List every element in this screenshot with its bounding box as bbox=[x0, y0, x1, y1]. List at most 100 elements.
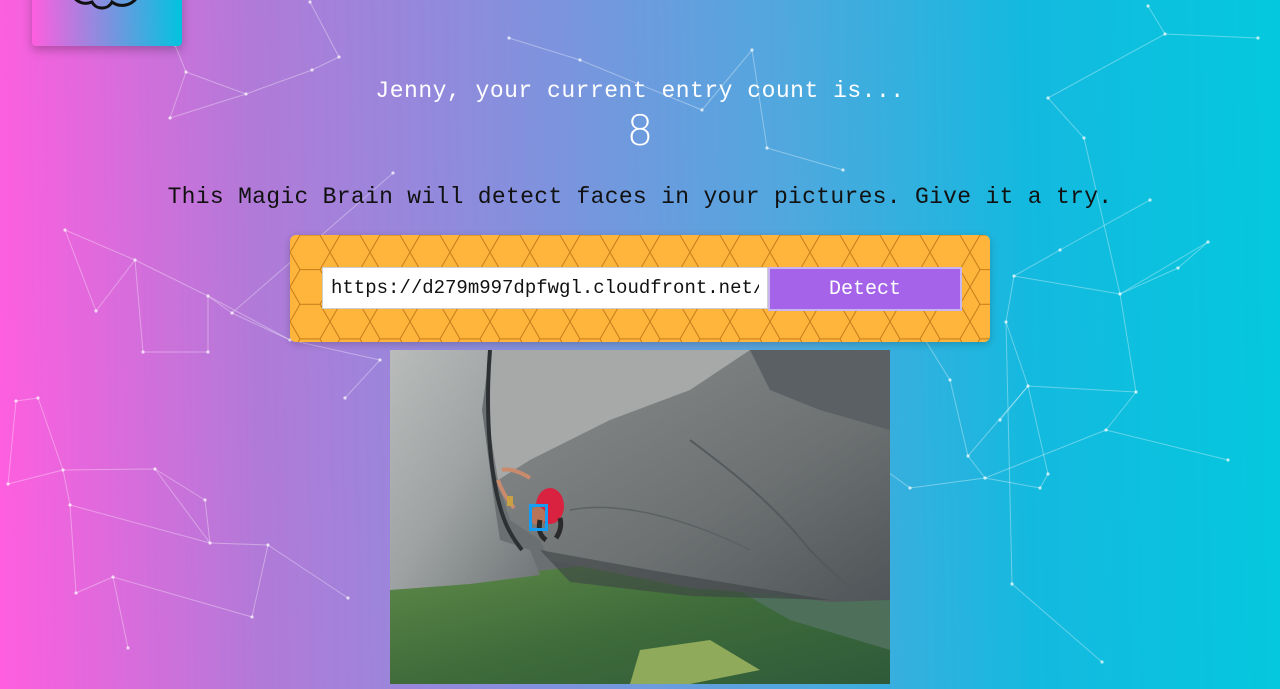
particle-dot bbox=[346, 596, 350, 600]
particle-link bbox=[1027, 385, 1137, 393]
particle-link bbox=[134, 259, 144, 353]
particle-dot bbox=[6, 482, 10, 486]
particle-link bbox=[1083, 137, 1121, 295]
climber-photo bbox=[390, 350, 890, 684]
particle-link bbox=[1005, 321, 1029, 387]
particle-link bbox=[251, 544, 269, 618]
particle-dot bbox=[208, 541, 212, 545]
particle-link bbox=[1027, 385, 1049, 475]
particle-dot bbox=[841, 168, 845, 172]
particle-dot bbox=[310, 68, 314, 72]
particle-link bbox=[15, 397, 39, 402]
image-link-form: Detect bbox=[290, 235, 990, 342]
particle-link bbox=[231, 312, 291, 341]
particle-link bbox=[207, 295, 291, 341]
particle-link bbox=[1119, 241, 1209, 295]
particle-dot bbox=[1012, 274, 1016, 278]
particle-link bbox=[209, 542, 269, 546]
particle-link bbox=[1164, 33, 1259, 39]
particle-dot bbox=[203, 498, 207, 502]
particle-dot bbox=[507, 36, 511, 40]
particle-link bbox=[909, 477, 986, 489]
particle-link bbox=[134, 259, 209, 297]
particle-dot bbox=[74, 591, 78, 595]
particle-link bbox=[949, 379, 969, 457]
particle-dot bbox=[250, 615, 254, 619]
brain-icon bbox=[74, 0, 137, 10]
particle-dot bbox=[1206, 240, 1210, 244]
particle-dot bbox=[966, 454, 970, 458]
particle-dot bbox=[1163, 32, 1167, 36]
particle-dot bbox=[153, 467, 157, 471]
particle-link bbox=[64, 229, 97, 312]
particle-link bbox=[1039, 473, 1049, 489]
particle-link bbox=[95, 259, 136, 312]
particle-dot bbox=[983, 476, 987, 480]
particle-dot bbox=[1038, 486, 1042, 490]
particle-link bbox=[344, 359, 381, 399]
particle-dot bbox=[1256, 36, 1260, 40]
particle-link bbox=[309, 1, 340, 58]
particle-link bbox=[1005, 321, 1013, 585]
particle-dot bbox=[948, 378, 952, 382]
image-url-input[interactable] bbox=[322, 267, 768, 309]
detect-button[interactable]: Detect bbox=[768, 267, 962, 311]
particle-link bbox=[1105, 391, 1137, 431]
particle-dot bbox=[230, 311, 234, 315]
particle-dot bbox=[141, 350, 145, 354]
particle-link bbox=[62, 469, 71, 506]
particle-link bbox=[1013, 275, 1121, 295]
face-bounding-box bbox=[529, 504, 548, 531]
particle-link bbox=[1147, 5, 1166, 35]
particle-link bbox=[154, 468, 206, 501]
particle-link bbox=[967, 385, 1029, 457]
particle-dot bbox=[133, 258, 137, 262]
particle-dot bbox=[750, 48, 754, 52]
particle-link bbox=[37, 397, 64, 471]
particle-dot bbox=[111, 575, 115, 579]
particle-link bbox=[174, 44, 187, 73]
tagline: This Magic Brain will detect faces in yo… bbox=[167, 184, 1113, 210]
particle-link bbox=[1005, 275, 1015, 323]
particle-link bbox=[984, 477, 1041, 489]
particle-dot bbox=[343, 396, 347, 400]
particle-link bbox=[508, 37, 581, 61]
logo-card[interactable] bbox=[32, 0, 182, 46]
particle-dot bbox=[61, 468, 65, 472]
particle-link bbox=[204, 499, 211, 544]
particle-dot bbox=[1176, 266, 1180, 270]
particle-link bbox=[999, 385, 1029, 421]
particle-link bbox=[1177, 241, 1209, 269]
particle-dot bbox=[1134, 390, 1138, 394]
particle-dot bbox=[308, 0, 312, 4]
particle-link bbox=[1119, 293, 1137, 393]
particle-dot bbox=[68, 503, 72, 507]
particle-link bbox=[75, 576, 114, 594]
particle-link bbox=[887, 471, 911, 489]
particle-link bbox=[69, 504, 211, 544]
particle-link bbox=[62, 468, 156, 471]
particle-dot bbox=[1046, 472, 1050, 476]
particle-dot bbox=[266, 543, 270, 547]
particle-dot bbox=[578, 58, 582, 62]
particle-link bbox=[112, 576, 129, 649]
particle-link bbox=[64, 229, 136, 261]
particle-dot bbox=[378, 358, 382, 362]
particle-dot bbox=[1004, 320, 1008, 324]
particle-dot bbox=[908, 486, 912, 490]
particle-dot bbox=[36, 396, 40, 400]
particle-link bbox=[1011, 583, 1103, 663]
particle-dot bbox=[94, 309, 98, 313]
particle-dot bbox=[63, 228, 67, 232]
particle-dot bbox=[998, 418, 1002, 422]
particle-link bbox=[984, 429, 1107, 479]
particle-link bbox=[311, 56, 340, 71]
particle-dot bbox=[206, 350, 210, 354]
particle-link bbox=[1105, 429, 1229, 461]
particle-link bbox=[69, 504, 77, 594]
particle-dot bbox=[1226, 458, 1230, 462]
particle-link bbox=[967, 455, 986, 479]
particle-link bbox=[7, 400, 17, 485]
particle-link bbox=[289, 339, 381, 361]
particle-link bbox=[207, 295, 233, 314]
